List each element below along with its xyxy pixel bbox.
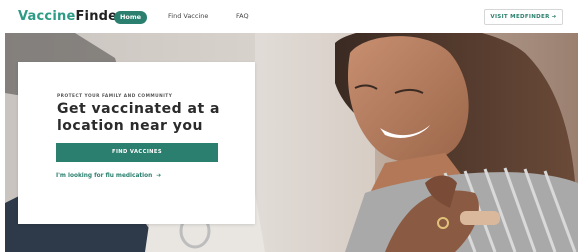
- visit-medfinder-label: VISIT MEDFINDER: [490, 14, 550, 20]
- arrow-right-icon: ➔: [551, 14, 557, 20]
- top-navigation: VaccineFinder Home Find Vaccine FAQ VISI…: [0, 0, 578, 33]
- nav-home-button[interactable]: Home: [114, 11, 147, 24]
- logo-vaccine-text: Vaccine: [18, 9, 76, 24]
- flu-medication-link[interactable]: I'm looking for flu medication ➔: [56, 173, 161, 179]
- hero-card: PROTECT YOUR FAMILY AND COMMUNITY Get va…: [18, 62, 255, 224]
- visit-medfinder-button[interactable]: VISIT MEDFINDER ➔: [484, 9, 563, 25]
- hero-eyebrow: PROTECT YOUR FAMILY AND COMMUNITY: [57, 94, 173, 99]
- site-logo[interactable]: VaccineFinder: [18, 9, 124, 24]
- flu-medication-link-label: I'm looking for flu medication: [56, 173, 153, 179]
- hero-headline: Get vaccinated at a location near you: [57, 101, 220, 134]
- find-vaccines-button[interactable]: FIND VACCINES: [56, 143, 218, 162]
- nav-faq-link[interactable]: FAQ: [236, 12, 249, 20]
- nav-find-vaccine-link[interactable]: Find Vaccine: [168, 12, 208, 20]
- arrow-right-icon: ➔: [156, 173, 162, 179]
